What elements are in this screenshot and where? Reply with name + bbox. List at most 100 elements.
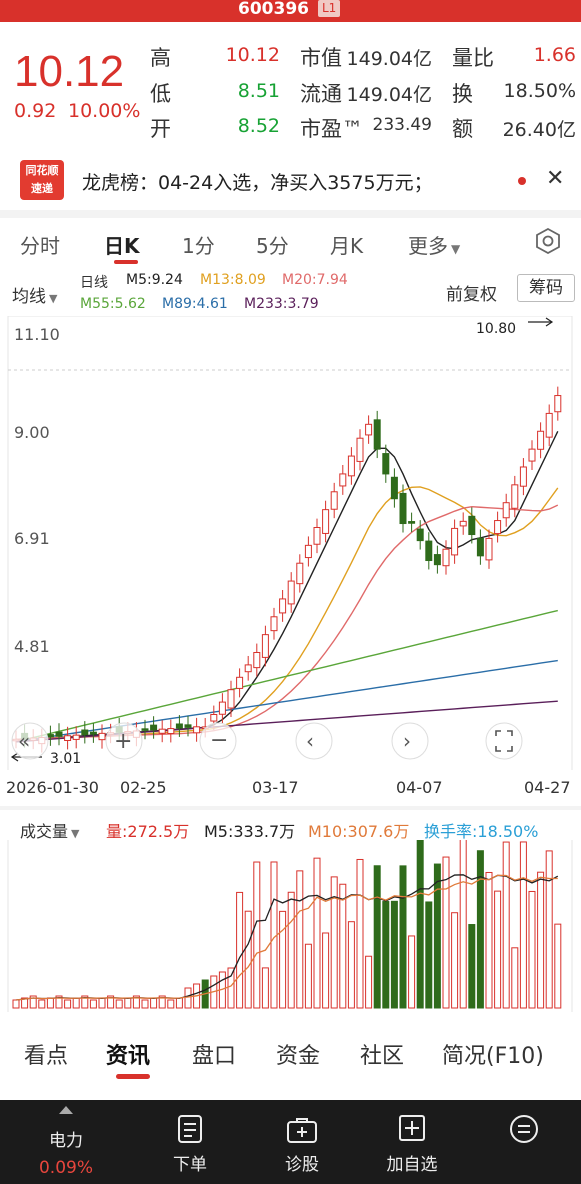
- level-badge[interactable]: L1: [318, 0, 341, 17]
- candle-up: [236, 676, 244, 689]
- volume-bar-up: [167, 999, 175, 1009]
- amount-value: 26.40亿: [502, 119, 576, 141]
- menu-circle-icon: [510, 1115, 538, 1143]
- volume-chart[interactable]: [0, 840, 581, 1012]
- volume-bar-down: [373, 865, 381, 1009]
- candle-down: [184, 724, 192, 728]
- tab-orderbook[interactable]: 盘口: [192, 1038, 236, 1070]
- tab-5min[interactable]: 5分: [256, 230, 289, 259]
- open-value: 8.52: [237, 115, 280, 137]
- candle-up: [244, 664, 252, 673]
- date-axis: 2026-01-30 02-25 03-17 04-07 04-27: [0, 772, 581, 802]
- candle-up: [296, 562, 304, 585]
- candle-down: [476, 537, 484, 557]
- news-logo-bottom: 速递: [31, 182, 53, 195]
- candle-up: [451, 527, 459, 556]
- candle-down: [416, 528, 424, 542]
- adjust-mode[interactable]: 前复权: [446, 280, 497, 305]
- indicator-select[interactable]: 均线 ▼: [12, 282, 57, 307]
- tab-news[interactable]: 资讯: [106, 1038, 150, 1070]
- minus-icon: −: [210, 728, 228, 753]
- volume-ma10-line: [15, 874, 558, 1001]
- volume-bar-up: [313, 857, 321, 1009]
- volume-bar-up: [261, 967, 269, 1009]
- tab-community[interactable]: 社区: [360, 1038, 404, 1070]
- price-change-pct: 10.00%: [68, 100, 141, 122]
- chip-distribution-button[interactable]: 筹码: [517, 274, 575, 302]
- volume-bar-up: [356, 858, 364, 1009]
- volume-bar-up: [89, 999, 97, 1009]
- candle-up: [72, 734, 80, 740]
- y-label-2: 9.00: [14, 423, 50, 442]
- date-label-3: 03-17: [252, 778, 299, 797]
- candle-up: [261, 634, 269, 658]
- volume-select-label: 成交量: [20, 822, 69, 841]
- volume-bar-up: [279, 910, 287, 1009]
- high-marker: 10.80: [476, 321, 516, 337]
- candle-up: [98, 732, 106, 741]
- legend-m20: M20:7.94: [282, 272, 348, 288]
- action-bar: 电力 0.09% 下单 诊股 加自选: [0, 1100, 581, 1184]
- tab-intraday[interactable]: 分时: [20, 230, 60, 259]
- tab-more[interactable]: 更多 ▼: [408, 230, 460, 259]
- volume-bar-up: [115, 999, 123, 1009]
- volume-value: 量:272.5万: [106, 822, 190, 841]
- menu-button[interactable]: [474, 1100, 574, 1184]
- caret-up-icon: [59, 1106, 73, 1114]
- settings-hexagon-icon[interactable]: [535, 228, 561, 254]
- stock-code: 600396: [238, 0, 309, 19]
- candle-up: [347, 455, 355, 477]
- candle-up: [365, 423, 373, 436]
- add-square-icon: [399, 1115, 425, 1141]
- scroll-left-button[interactable]: [295, 722, 333, 760]
- close-icon[interactable]: ✕: [546, 166, 564, 191]
- news-banner[interactable]: 同花顺 速递 龙虎榜：04-24入选，净买入3575万元； ✕: [0, 154, 581, 206]
- tab-capital[interactable]: 资金: [276, 1038, 320, 1070]
- chart-controls: « + − ‹ ›: [11, 722, 523, 760]
- kline-chart[interactable]: 11.10 9.00 6.91 4.81 10.80 3.01 « + − ‹ …: [0, 316, 581, 770]
- candle-up: [287, 580, 295, 605]
- mktcap-label: 市值: [300, 46, 342, 70]
- price-change: 0.92: [14, 100, 57, 122]
- candle-down: [425, 540, 433, 562]
- title-bar: 600396 L1: [0, 0, 581, 22]
- open-label: 开: [150, 117, 171, 141]
- add-watchlist-button[interactable]: 加自选: [362, 1100, 462, 1184]
- tab-highlights[interactable]: 看点: [24, 1038, 68, 1070]
- tab-f10-profile[interactable]: 简况(F10): [442, 1038, 544, 1070]
- candle-up: [545, 412, 553, 438]
- tab-daily-k[interactable]: 日K: [104, 230, 140, 259]
- sector-name: 电力: [49, 1131, 83, 1151]
- candle-up: [64, 735, 72, 741]
- candle-up: [356, 437, 364, 462]
- volume-bar-up: [511, 947, 519, 1009]
- volume-bar-up: [502, 841, 510, 1009]
- volume-bar-down: [433, 863, 441, 1009]
- candle-down: [150, 724, 158, 731]
- candle-down: [382, 453, 390, 475]
- last-price: 10.12: [14, 47, 125, 96]
- tab-1min[interactable]: 1分: [182, 230, 215, 259]
- ma-legend: 均线 ▼ 日线 M5:9.24 M13:8.09 M20:7.94 M55:5.6…: [0, 270, 581, 314]
- candle-up: [313, 526, 321, 545]
- news-text[interactable]: 龙虎榜：04-24入选，净买入3575万元；: [82, 168, 433, 195]
- volume-bar-down: [399, 865, 407, 1009]
- candle-up: [193, 726, 201, 734]
- volume-indicator-select[interactable]: 成交量 ▼: [20, 818, 79, 842]
- volume-bar-up: [537, 871, 545, 1009]
- volume-bar-up: [227, 967, 235, 1009]
- volume-bar-up: [408, 935, 416, 1009]
- candle-up: [270, 616, 278, 632]
- volume-bar-up: [459, 840, 467, 1009]
- diagnose-button[interactable]: 诊股: [252, 1100, 352, 1184]
- tab-monthly-k[interactable]: 月K: [330, 230, 363, 259]
- volume-bar-up: [287, 891, 295, 1009]
- sector-button[interactable]: 电力 0.09%: [16, 1100, 116, 1184]
- candle-up: [339, 473, 347, 487]
- candle-up: [304, 544, 312, 559]
- volume-bar-up: [244, 910, 252, 1009]
- volume-bar-up: [528, 890, 536, 1009]
- candle-up: [511, 484, 519, 509]
- fullscreen-button[interactable]: [485, 722, 523, 760]
- order-button[interactable]: 下单: [140, 1100, 240, 1184]
